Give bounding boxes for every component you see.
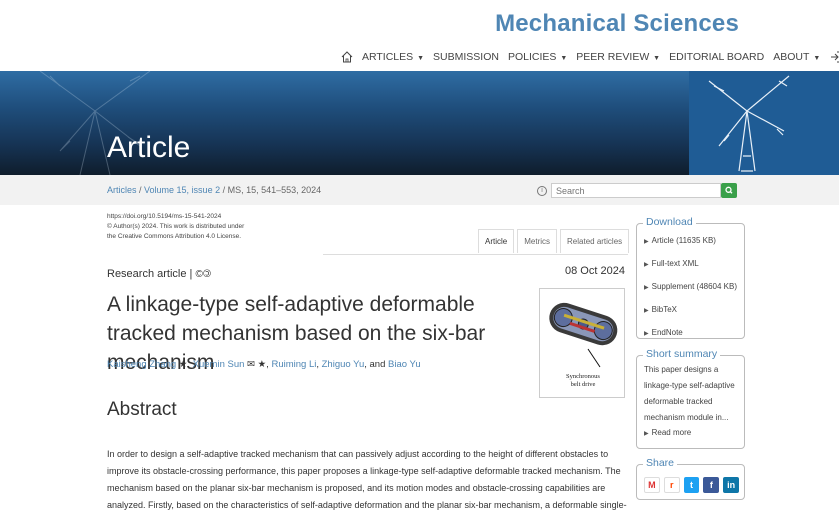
copyright-text: © Author(s) 2024. This work is distribut… [107, 223, 245, 230]
graphical-abstract-caption: Synchronous belt drive [566, 373, 600, 388]
author-link[interactable]: Ruiming Li [271, 359, 316, 370]
download-box: Download ▶ Article (11635 KB) ▶ Full-text … [636, 216, 745, 339]
page-title: Article [107, 131, 191, 164]
short-summary-title: Short summary [643, 348, 721, 360]
search-bar: i [537, 183, 721, 198]
nav-editorial-board[interactable]: EDITORIAL BOARD [669, 51, 764, 63]
download-item-endnote[interactable]: ▶ EndNote [644, 322, 739, 345]
abstract-heading: Abstract [107, 399, 177, 420]
caret-right-icon: ▶ [644, 431, 649, 437]
publication-date: 08 Oct 2024 [565, 265, 625, 277]
share-title: Share [643, 457, 678, 469]
short-summary-text: This paper designs a linkage-type self-a… [644, 365, 735, 422]
abstract-text: In order to design a self-adaptive track… [107, 449, 627, 510]
author-link[interactable]: Zhiguo Yu [322, 359, 365, 370]
breadcrumb-articles[interactable]: Articles [107, 185, 137, 195]
twitter-icon[interactable]: t [683, 477, 700, 493]
nav-peer-review[interactable]: PEER REVIEW ▼ [576, 51, 660, 63]
tab-article[interactable]: Article [478, 229, 515, 253]
read-more-link[interactable]: ▶ Read more [644, 426, 739, 441]
breadcrumb-current: MS, 15, 541–553, 2024 [227, 185, 322, 195]
nav-articles[interactable]: ARTICLES ▼ [362, 51, 424, 63]
caret-right-icon: ▶ [644, 262, 649, 268]
article-tabs: Article Metrics Related articles [478, 229, 632, 253]
share-box: Share M r t f in [636, 457, 745, 500]
top-navigation: ARTICLES ▼ SUBMISSION POLICIES ▼ PEER RE… [340, 48, 839, 66]
author-link[interactable]: Kaisheng Zhang [107, 359, 176, 370]
info-icon[interactable]: i [537, 185, 547, 196]
breadcrumb: Articles / Volume 15, issue 2 / MS, 15, … [107, 185, 321, 195]
journal-logo-image [689, 71, 839, 175]
license-link[interactable]: the Creative Commons Attribution 4.0 Lic… [107, 232, 307, 242]
tab-metrics[interactable]: Metrics [517, 229, 558, 253]
download-title: Download [643, 216, 696, 228]
search-icon [725, 186, 733, 194]
caret-down-icon: ▼ [651, 55, 661, 62]
home-icon[interactable] [340, 50, 354, 64]
nav-submission[interactable]: SUBMISSION [433, 51, 499, 63]
tracked-mechanism-image [544, 293, 622, 371]
download-item-article[interactable]: ▶ Article (11635 KB) [644, 230, 739, 253]
cc-license-icon[interactable]: ©🄯 [195, 265, 211, 280]
caret-right-icon: ▶ [644, 285, 649, 291]
caret-right-icon: ▶ [644, 308, 649, 314]
author-link[interactable]: Biao Yu [388, 359, 421, 370]
author-link[interactable]: Xuemin Sun [193, 359, 245, 370]
download-item-supplement[interactable]: ▶ Supplement (48604 KB) [644, 276, 739, 299]
doi-link[interactable]: https://doi.org/10.5194/ms-15-541-2024 [107, 212, 307, 222]
breadcrumb-volume[interactable]: Volume 15, issue 2 [144, 185, 220, 195]
search-button[interactable] [721, 183, 737, 198]
facebook-icon[interactable]: f [703, 477, 720, 493]
download-item-xml[interactable]: ▶ Full-text XML [644, 253, 739, 276]
graphical-abstract[interactable]: Synchronous belt drive [539, 288, 625, 398]
author-list: Kaisheng Zhang ★, Xuemin Sun ✉ ★, Ruimin… [107, 359, 421, 370]
search-input[interactable] [551, 183, 721, 198]
nav-policies[interactable]: POLICIES ▼ [508, 51, 567, 63]
header-banner: Article [0, 71, 839, 175]
article-type: Research article | ©🄯 [107, 265, 211, 280]
short-summary-box: Short summary This paper designs a linka… [636, 348, 745, 449]
download-item-bibtex[interactable]: ▶ BibTeX [644, 299, 739, 322]
breadcrumb-bar: Articles / Volume 15, issue 2 / MS, 15, … [0, 175, 839, 205]
share-icons: M r t f in [644, 471, 740, 493]
reddit-icon[interactable]: r [663, 477, 680, 493]
tab-divider [323, 254, 628, 255]
article-meta: https://doi.org/10.5194/ms-15-541-2024 ©… [107, 212, 307, 242]
caret-down-icon: ▼ [558, 55, 568, 62]
linkedin-icon[interactable]: in [723, 477, 740, 493]
caret-down-icon: ▼ [811, 55, 821, 62]
journal-title[interactable]: Mechanical Sciences [495, 10, 739, 38]
nav-about[interactable]: ABOUT ▼ [773, 51, 820, 63]
tab-related-articles[interactable]: Related articles [560, 229, 630, 253]
caret-down-icon: ▼ [415, 55, 425, 62]
mendeley-icon[interactable]: M [644, 477, 660, 493]
breadcrumb-separator: / [136, 185, 145, 195]
caret-right-icon: ▶ [644, 239, 649, 245]
breadcrumb-separator: / [220, 185, 228, 195]
login-icon[interactable] [829, 50, 839, 64]
caret-right-icon: ▶ [644, 331, 649, 337]
